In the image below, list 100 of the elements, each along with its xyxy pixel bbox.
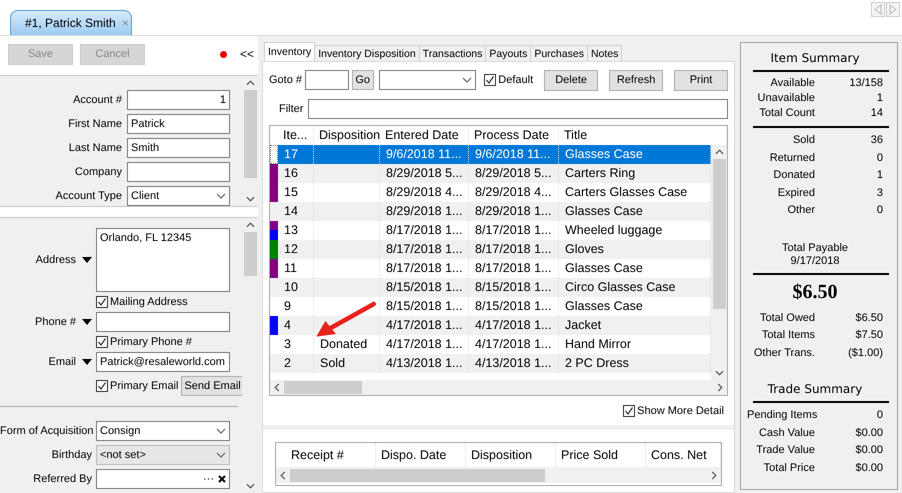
table-row[interactable]: 2 Sold 4/13/2018 1... 4/13/2018 1... 2 PC Dress <box>270 354 711 373</box>
table-row[interactable]: 12 8/17/2018 1... 8/17/2018 1... Gloves <box>270 240 711 259</box>
input-field[interactable]: 1 <box>127 90 230 110</box>
table-cell: 8/29/2018 5... <box>380 164 469 183</box>
input-field[interactable] <box>96 312 230 332</box>
horizontal-scrollbar[interactable] <box>270 380 727 395</box>
scroll-left-icon[interactable] <box>274 382 280 392</box>
table-row[interactable]: 14 8/29/2018 1... 8/29/2018 1... Glasses Case <box>270 202 711 221</box>
scroll-down-icon[interactable] <box>714 370 724 376</box>
field-label: Account # <box>72 94 122 106</box>
section-title: Trade Summary <box>766 382 864 396</box>
clear-icon[interactable] <box>218 475 226 483</box>
dropdown[interactable]: Client <box>127 186 230 206</box>
scroll-thumb[interactable] <box>290 468 545 482</box>
checkbox-label: Primary Email <box>110 380 178 392</box>
checkbox[interactable] <box>623 405 636 417</box>
caret-icon[interactable] <box>82 319 92 325</box>
scroll-up-icon[interactable] <box>246 222 254 228</box>
checkbox[interactable] <box>96 296 108 308</box>
tab[interactable]: Notes <box>586 45 622 61</box>
field-label: Address <box>36 254 76 266</box>
total-amount: $6.50 <box>792 280 838 304</box>
table-cell: 4/17/2018 1... <box>380 316 469 335</box>
checkbox[interactable] <box>96 336 108 348</box>
tab[interactable]: Payouts <box>485 45 532 61</box>
scroll-up-icon[interactable] <box>246 80 254 86</box>
tab[interactable]: Inventory <box>264 42 316 61</box>
toolbar-button[interactable]: Print <box>674 70 728 90</box>
chevron-down-icon[interactable] <box>216 193 226 199</box>
vertical-scrollbar[interactable] <box>711 144 727 380</box>
summary-value: $6.50 <box>854 310 883 326</box>
chevron-down-icon[interactable] <box>216 428 226 434</box>
summary-value: $0.00 <box>854 426 883 440</box>
dropdown[interactable] <box>378 70 476 90</box>
checkbox[interactable] <box>96 380 108 392</box>
summary-label: Other <box>786 203 815 218</box>
collapse-button[interactable]: << <box>240 47 254 61</box>
scroll-right-icon[interactable] <box>717 382 723 392</box>
table-cell: 8/17/2018 1... <box>380 240 469 259</box>
summary-value: 0 <box>876 150 883 166</box>
table-cell: 4/17/2018 1... <box>469 316 559 335</box>
tab[interactable]: Inventory Disposition <box>314 45 420 61</box>
table-row[interactable]: 4 4/17/2018 1... 4/17/2018 1... Jacket <box>270 316 711 335</box>
table-row[interactable]: 10 8/15/2018 1... 8/15/2018 1... Circo Glasses Case <box>270 278 711 297</box>
scroll-left-icon[interactable] <box>280 470 286 480</box>
scroll-right-icon[interactable] <box>711 470 717 480</box>
checkbox[interactable] <box>484 74 496 86</box>
summary-label: Unavailable <box>756 91 815 106</box>
summary-label: Total Price <box>762 460 815 476</box>
browse-button[interactable]: ··· <box>203 473 214 485</box>
scroll-thumb[interactable] <box>244 232 256 276</box>
summary-value: ($1.00) <box>847 346 883 360</box>
field-label: Birthday <box>50 449 92 461</box>
summary-label: Total Items <box>760 328 815 343</box>
summary-label: Donated <box>772 168 815 183</box>
caret-icon[interactable] <box>82 359 92 365</box>
checkbox-label: Default <box>498 74 534 86</box>
dropdown[interactable]: Consign <box>96 421 230 441</box>
table-cell: 17 <box>278 144 314 164</box>
go-button[interactable]: Go <box>352 70 374 90</box>
chevron-down-icon[interactable] <box>462 77 472 83</box>
record-tab[interactable]: #1, Patrick Smith × <box>10 10 132 35</box>
scroll-thumb[interactable] <box>712 158 726 309</box>
scroll-down-icon[interactable] <box>246 483 254 489</box>
goto-label: Goto # <box>269 74 302 86</box>
summary-label: Pending Items <box>747 408 815 423</box>
table-cell: 8/17/2018 1... <box>469 240 559 259</box>
summary-value: 36 <box>870 133 883 148</box>
table-cell: Glasses Case <box>559 144 711 164</box>
table-row[interactable]: 16 8/29/2018 5... 8/29/2018 5... Carters Ring <box>270 164 711 183</box>
summary-value: 0 <box>876 408 883 423</box>
table-cell: 8/29/2018 1... <box>469 202 559 221</box>
goto-field[interactable] <box>305 70 349 90</box>
table-cell: 4/13/2018 1... <box>469 354 559 373</box>
summary-label: Trade Value <box>755 443 815 458</box>
caret-icon[interactable] <box>82 257 92 263</box>
summary-label: Sold <box>792 133 815 148</box>
table-cell: 12 <box>278 240 314 259</box>
scroll-thumb[interactable] <box>244 90 256 178</box>
scroll-thumb[interactable] <box>284 380 362 394</box>
input-field[interactable]: Patrick@resaleworld.com <box>96 352 230 372</box>
summary-value: $7.50 <box>854 328 883 343</box>
table-cell: 4 <box>278 316 314 335</box>
filter-label: Filter <box>279 103 304 115</box>
table-row[interactable]: 17 9/6/2018 11... 9/6/2018 11... Glasses Case <box>270 144 711 164</box>
lookup-field[interactable]: ··· <box>96 469 230 489</box>
field-label: Email <box>48 356 76 368</box>
send-email-button[interactable]: Send Email <box>181 376 244 396</box>
field-label: Account Type <box>54 190 122 202</box>
address-field[interactable]: Orlando, FL 12345 <box>96 228 230 292</box>
input-field[interactable]: Smith <box>127 138 230 158</box>
toolbar-button[interactable]: Refresh <box>609 70 664 90</box>
input-field[interactable] <box>127 162 230 182</box>
toolbar-button[interactable]: Delete <box>544 70 598 90</box>
scroll-up-icon[interactable] <box>714 148 724 155</box>
horizontal-scrollbar[interactable] <box>276 467 721 483</box>
scroll-down-icon[interactable] <box>246 196 254 202</box>
filter-field[interactable] <box>308 99 728 119</box>
table-cell: 8/15/2018 1... <box>380 278 469 297</box>
input-field[interactable]: Patrick <box>127 114 230 134</box>
